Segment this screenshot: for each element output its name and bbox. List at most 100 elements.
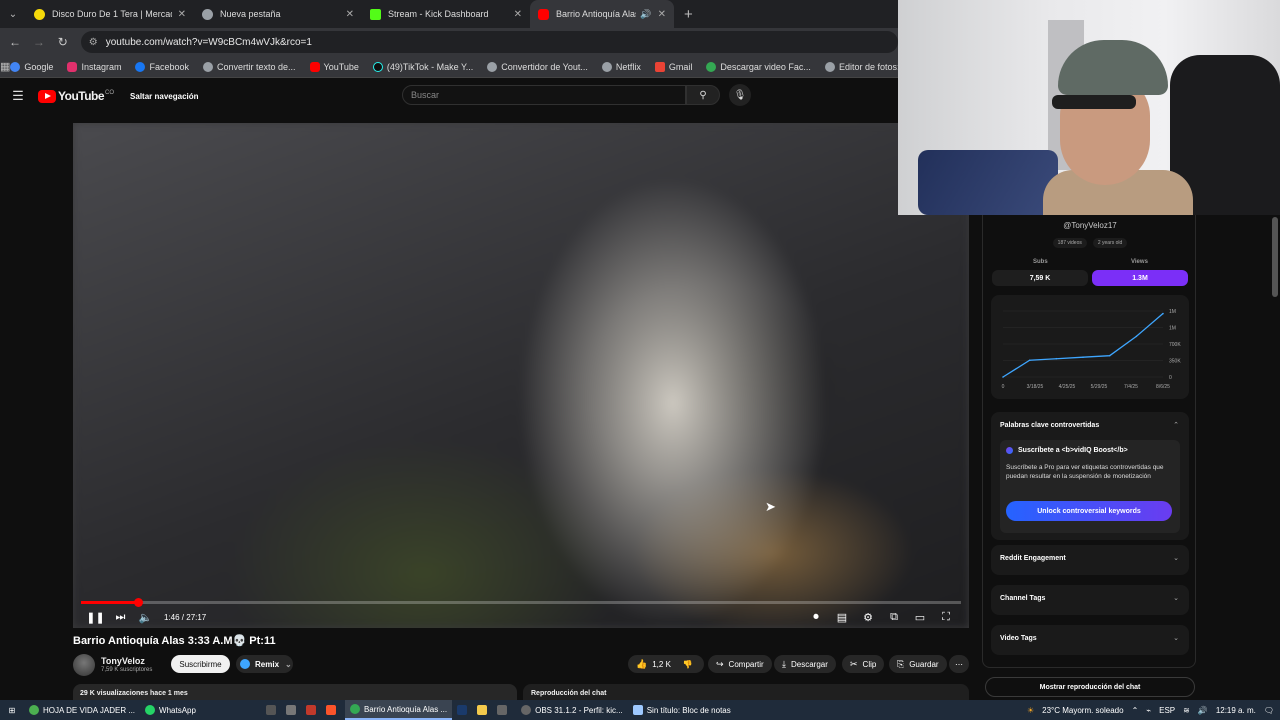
chrome-icon xyxy=(29,705,39,715)
bookmark-youtube[interactable]: YouTube xyxy=(309,61,359,72)
url-input[interactable]: ⚙ youtube.com/watch?v=W9cBCm4wVJk&rco=1 xyxy=(80,31,899,53)
reddit-engagement-section[interactable]: Reddit Engagement ⌄ xyxy=(991,545,1189,575)
chevron-down-icon: ⌄ xyxy=(1173,595,1179,602)
apps-grid-icon[interactable]: ▦ xyxy=(0,60,10,73)
theater-mode-icon[interactable]: ▭ xyxy=(907,611,933,624)
taskbar-app[interactable]: WhatsApp xyxy=(140,700,201,720)
next-icon[interactable]: ⏭ xyxy=(108,611,133,624)
volume-icon[interactable]: 🔈 xyxy=(133,611,158,624)
unlock-keywords-button[interactable]: Unlock controversial keywords xyxy=(1006,501,1172,521)
tab-close-icon[interactable]: ✕ xyxy=(178,9,186,20)
weather-text[interactable]: 23°C Mayorm. soleado xyxy=(1042,706,1123,715)
taskbar-label: Sin título: Bloc de notas xyxy=(646,705,731,715)
like-icon[interactable]: 👍 xyxy=(636,659,647,670)
show-chat-replay-button[interactable]: Mostrar reproducción del chat xyxy=(985,677,1195,697)
bookmark-tiktok[interactable]: (49)TikTok - Make Y... xyxy=(372,61,473,72)
video-progress-bar[interactable] xyxy=(81,598,961,607)
views-chart: 0 350K 700K 1M 1M 0 3/18/25 4/25/25 5/29/25 7/4/2… xyxy=(991,295,1189,399)
bookmark-youtube-converter[interactable]: Convertidor de Yout... xyxy=(487,61,588,72)
y-tick-label: 350K xyxy=(1169,359,1181,365)
bookmark-gmail[interactable]: Gmail xyxy=(654,61,692,72)
tab-close-icon[interactable]: ✕ xyxy=(514,9,522,20)
download-button[interactable]: ⤓ Descargar xyxy=(774,655,836,673)
share-button[interactable]: ↪ Compartir xyxy=(708,655,772,673)
bookmark-instagram[interactable]: Instagram xyxy=(67,61,121,72)
bookmark-google[interactable]: Google xyxy=(10,61,53,72)
subtitles-icon[interactable]: ▤ xyxy=(829,611,855,624)
skip-navigation-link[interactable]: Saltar navegación xyxy=(130,92,198,101)
bookmark-label: Descargar video Fac... xyxy=(720,61,811,72)
fullscreen-icon[interactable]: ⛶ xyxy=(933,611,959,624)
start-icon[interactable]: ⊞ xyxy=(0,700,24,720)
speaker-icon[interactable]: 🔊 xyxy=(1198,706,1208,715)
remix-button[interactable]: Remix ⌄ xyxy=(236,655,293,673)
globe-icon xyxy=(487,61,498,72)
dislike-icon[interactable]: 👎 xyxy=(683,660,693,669)
more-actions-button[interactable]: ⋯ xyxy=(949,655,969,673)
autoplay-toggle-icon[interactable]: ⏺ xyxy=(803,611,829,624)
forward-icon[interactable]: → xyxy=(27,35,51,49)
taskbar-pinned-icons[interactable] xyxy=(452,700,516,720)
clock[interactable]: 12:19 a. m. xyxy=(1216,706,1256,715)
pause-icon[interactable]: ❚❚ xyxy=(83,611,108,624)
miniplayer-icon[interactable]: ⧉ xyxy=(881,611,907,624)
new-tab-icon[interactable]: + xyxy=(684,6,693,23)
video-tags-section[interactable]: Video Tags ⌄ xyxy=(991,625,1189,655)
channel-name[interactable]: TonyVeloz xyxy=(101,656,145,666)
globe-icon xyxy=(601,61,612,72)
save-button[interactable]: ⎘ Guardar xyxy=(889,655,947,673)
tab-search-icon[interactable]: ⌄ xyxy=(0,0,26,28)
speaker-icon[interactable]: 🔊 xyxy=(640,9,651,20)
remix-icon xyxy=(240,659,250,669)
taskbar-app[interactable]: OBS 31.1.2 - Perfil: kic... xyxy=(516,700,628,720)
x-tick-label: 5/29/25 xyxy=(1091,384,1108,390)
video-player[interactable]: ❚❚ ⏭ 🔈 1:46 / 27:17 ⏺ ▤ ⚙ ⧉ ▭ ⛶ ➤ xyxy=(73,123,969,628)
search-button[interactable]: ⚲ xyxy=(686,85,720,105)
tab-title: Nueva pestaña xyxy=(220,9,281,19)
reload-icon[interactable]: ↻ xyxy=(51,35,75,49)
like-count[interactable]: 1,2 K xyxy=(652,660,671,669)
scrollbar-thumb[interactable] xyxy=(1272,217,1278,297)
browser-tab[interactable]: Stream - Kick Dashboard ✕ xyxy=(362,0,530,28)
subscribe-button[interactable]: Suscribirme xyxy=(171,655,230,673)
wifi-icon[interactable]: ≋ xyxy=(1183,706,1190,715)
whatsapp-icon xyxy=(145,705,156,715)
section-title: Video Tags xyxy=(1000,635,1037,642)
clip-button[interactable]: ✂ Clip xyxy=(842,655,885,673)
bookmark-facebook[interactable]: Facebook xyxy=(135,61,189,72)
taskbar-app[interactable]: Sin título: Bloc de notas xyxy=(628,700,736,720)
network-icon[interactable]: ⌁ xyxy=(1146,706,1151,715)
bookmark-download-facebook[interactable]: Descargar video Fac... xyxy=(706,61,811,72)
views-toggle[interactable]: 1.3M xyxy=(1092,270,1188,286)
bookmark-netflix[interactable]: Netflix xyxy=(601,61,641,72)
search-input[interactable]: Buscar xyxy=(402,85,686,105)
page-scrollbar[interactable] xyxy=(1270,215,1280,700)
lang-indicator[interactable]: ESP xyxy=(1159,706,1175,715)
settings-gear-icon[interactable]: ⚙ xyxy=(855,611,881,624)
tab-close-icon[interactable]: ✕ xyxy=(658,9,666,20)
chevron-down-icon: ⌄ xyxy=(1173,555,1179,562)
menu-icon[interactable]: ☰ xyxy=(0,88,36,104)
browser-tab[interactable]: Nueva pestaña ✕ xyxy=(194,0,362,28)
browser-tab[interactable]: Disco Duro De 1 Tera | Mercado ✕ xyxy=(26,0,194,28)
channel-avatar[interactable] xyxy=(73,654,95,676)
taskbar-app-active[interactable]: Barrio Antioquía Alas ... xyxy=(344,700,453,720)
browser-tab-active[interactable]: Barrio Antioquía Alas 3:33 A 🔊 ✕ xyxy=(530,0,674,28)
notification-icon[interactable]: 🗨 xyxy=(1264,706,1274,715)
tray-arrow-icon[interactable]: ⌃ xyxy=(1132,706,1139,715)
back-icon[interactable]: ← xyxy=(3,35,27,49)
taskbar-pinned-icons[interactable] xyxy=(261,700,345,720)
taskbar-app[interactable]: HOJA DE VIDA JADER ... xyxy=(24,700,140,720)
bookmark-convert-text[interactable]: Convertir texto de... xyxy=(203,61,296,72)
download-label: Descargar xyxy=(790,659,828,669)
weather-icon[interactable]: ☀ xyxy=(1027,706,1034,715)
folder-icon xyxy=(477,705,488,715)
streamer-sunglasses xyxy=(1052,95,1136,109)
subs-toggle[interactable]: 7,59 K xyxy=(992,270,1088,286)
chevron-up-icon[interactable]: ⌃ xyxy=(1173,421,1179,429)
youtube-logo[interactable]: YouTube CO xyxy=(38,89,114,103)
tab-close-icon[interactable]: ✕ xyxy=(346,9,354,20)
voice-search-button[interactable]: 🎙 xyxy=(729,84,751,106)
site-info-icon[interactable]: ⚙ xyxy=(89,37,98,48)
channel-tags-section[interactable]: Channel Tags ⌄ xyxy=(991,585,1189,615)
